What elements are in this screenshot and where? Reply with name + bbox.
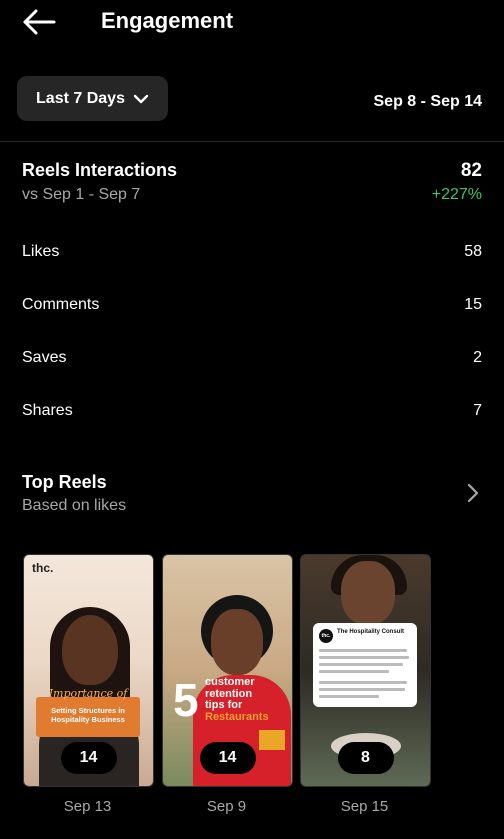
metric-label: Likes bbox=[22, 243, 60, 260]
metric-row-likes: Likes 58 bbox=[0, 243, 504, 267]
page-title: Engagement bbox=[101, 8, 234, 33]
selected-date-range: Sep 8 - Sep 14 bbox=[373, 93, 483, 110]
person-image bbox=[62, 615, 118, 685]
metric-row-comments: Comments 15 bbox=[0, 296, 504, 320]
reel-thumbnail[interactable]: thc. Importance of Setting Structures in… bbox=[23, 554, 154, 787]
card-text-line bbox=[319, 649, 407, 652]
reel-caption-highlight: Restaurants bbox=[205, 710, 269, 723]
metric-value: 7 bbox=[473, 402, 482, 419]
person-image bbox=[211, 609, 263, 675]
chevron-down-icon bbox=[133, 94, 149, 103]
metric-row-shares: Shares 7 bbox=[0, 402, 504, 426]
card-text-line bbox=[319, 663, 403, 666]
date-range-dropdown[interactable]: Last 7 Days bbox=[17, 76, 168, 121]
post-card: thc. The Hospitality Consult bbox=[313, 623, 417, 707]
reel-like-count: 14 bbox=[60, 742, 117, 774]
card-account-name: The Hospitality Consult bbox=[337, 629, 405, 635]
chevron-right-icon[interactable] bbox=[466, 482, 480, 504]
reel-caption-banner: Importance of Setting Structures in Hosp… bbox=[36, 687, 140, 737]
reel-date: Sep 13 bbox=[63, 798, 112, 815]
metric-label: Shares bbox=[22, 402, 73, 419]
back-arrow-icon[interactable] bbox=[22, 8, 56, 36]
reel-like-count: 8 bbox=[337, 742, 394, 774]
card-text-line bbox=[319, 681, 407, 684]
divider bbox=[0, 141, 504, 142]
top-reels-subtitle: Based on likes bbox=[22, 497, 127, 514]
metric-value: 58 bbox=[464, 243, 482, 260]
card-avatar: thc. bbox=[319, 629, 333, 643]
interactions-change: +227% bbox=[431, 186, 482, 203]
reel-thumbnail[interactable]: 5 customer retention tips for Restaurant… bbox=[162, 554, 293, 787]
book-image bbox=[259, 730, 285, 750]
card-text-line bbox=[319, 688, 405, 691]
person-image bbox=[341, 561, 395, 625]
reels-interactions-title: Reels Interactions bbox=[22, 160, 178, 180]
metric-label: Saves bbox=[22, 349, 67, 366]
reel-caption-line: customer bbox=[205, 676, 255, 688]
reel-caption: customer retention tips for Restaurants bbox=[205, 676, 269, 723]
metric-value: 2 bbox=[473, 349, 482, 366]
reel-caption-script: Importance of bbox=[48, 687, 128, 700]
top-reels-title: Top Reels bbox=[22, 472, 107, 492]
reel-caption-line: tips for bbox=[205, 699, 243, 712]
header: Engagement bbox=[0, 0, 504, 44]
metric-value: 15 bbox=[464, 296, 482, 313]
card-text-line bbox=[319, 670, 389, 673]
card-text-line bbox=[319, 695, 379, 698]
metric-label: Comments bbox=[22, 296, 100, 313]
reel-thumbnail[interactable]: thc. The Hospitality Consult 8 bbox=[300, 554, 431, 787]
reel-number: 5 bbox=[173, 674, 199, 726]
date-range-dropdown-label: Last 7 Days bbox=[36, 89, 125, 107]
reel-caption: Setting Structures in Hospitality Busine… bbox=[51, 706, 125, 724]
comparison-period: vs Sep 1 - Sep 7 bbox=[22, 186, 141, 203]
card-text-line bbox=[319, 656, 409, 659]
reel-date: Sep 15 bbox=[340, 798, 389, 815]
reel-like-count: 14 bbox=[199, 742, 256, 774]
interactions-total: 82 bbox=[460, 160, 482, 181]
brand-logo: thc. bbox=[32, 561, 54, 575]
metric-row-saves: Saves 2 bbox=[0, 349, 504, 373]
reel-date: Sep 9 bbox=[206, 798, 247, 815]
